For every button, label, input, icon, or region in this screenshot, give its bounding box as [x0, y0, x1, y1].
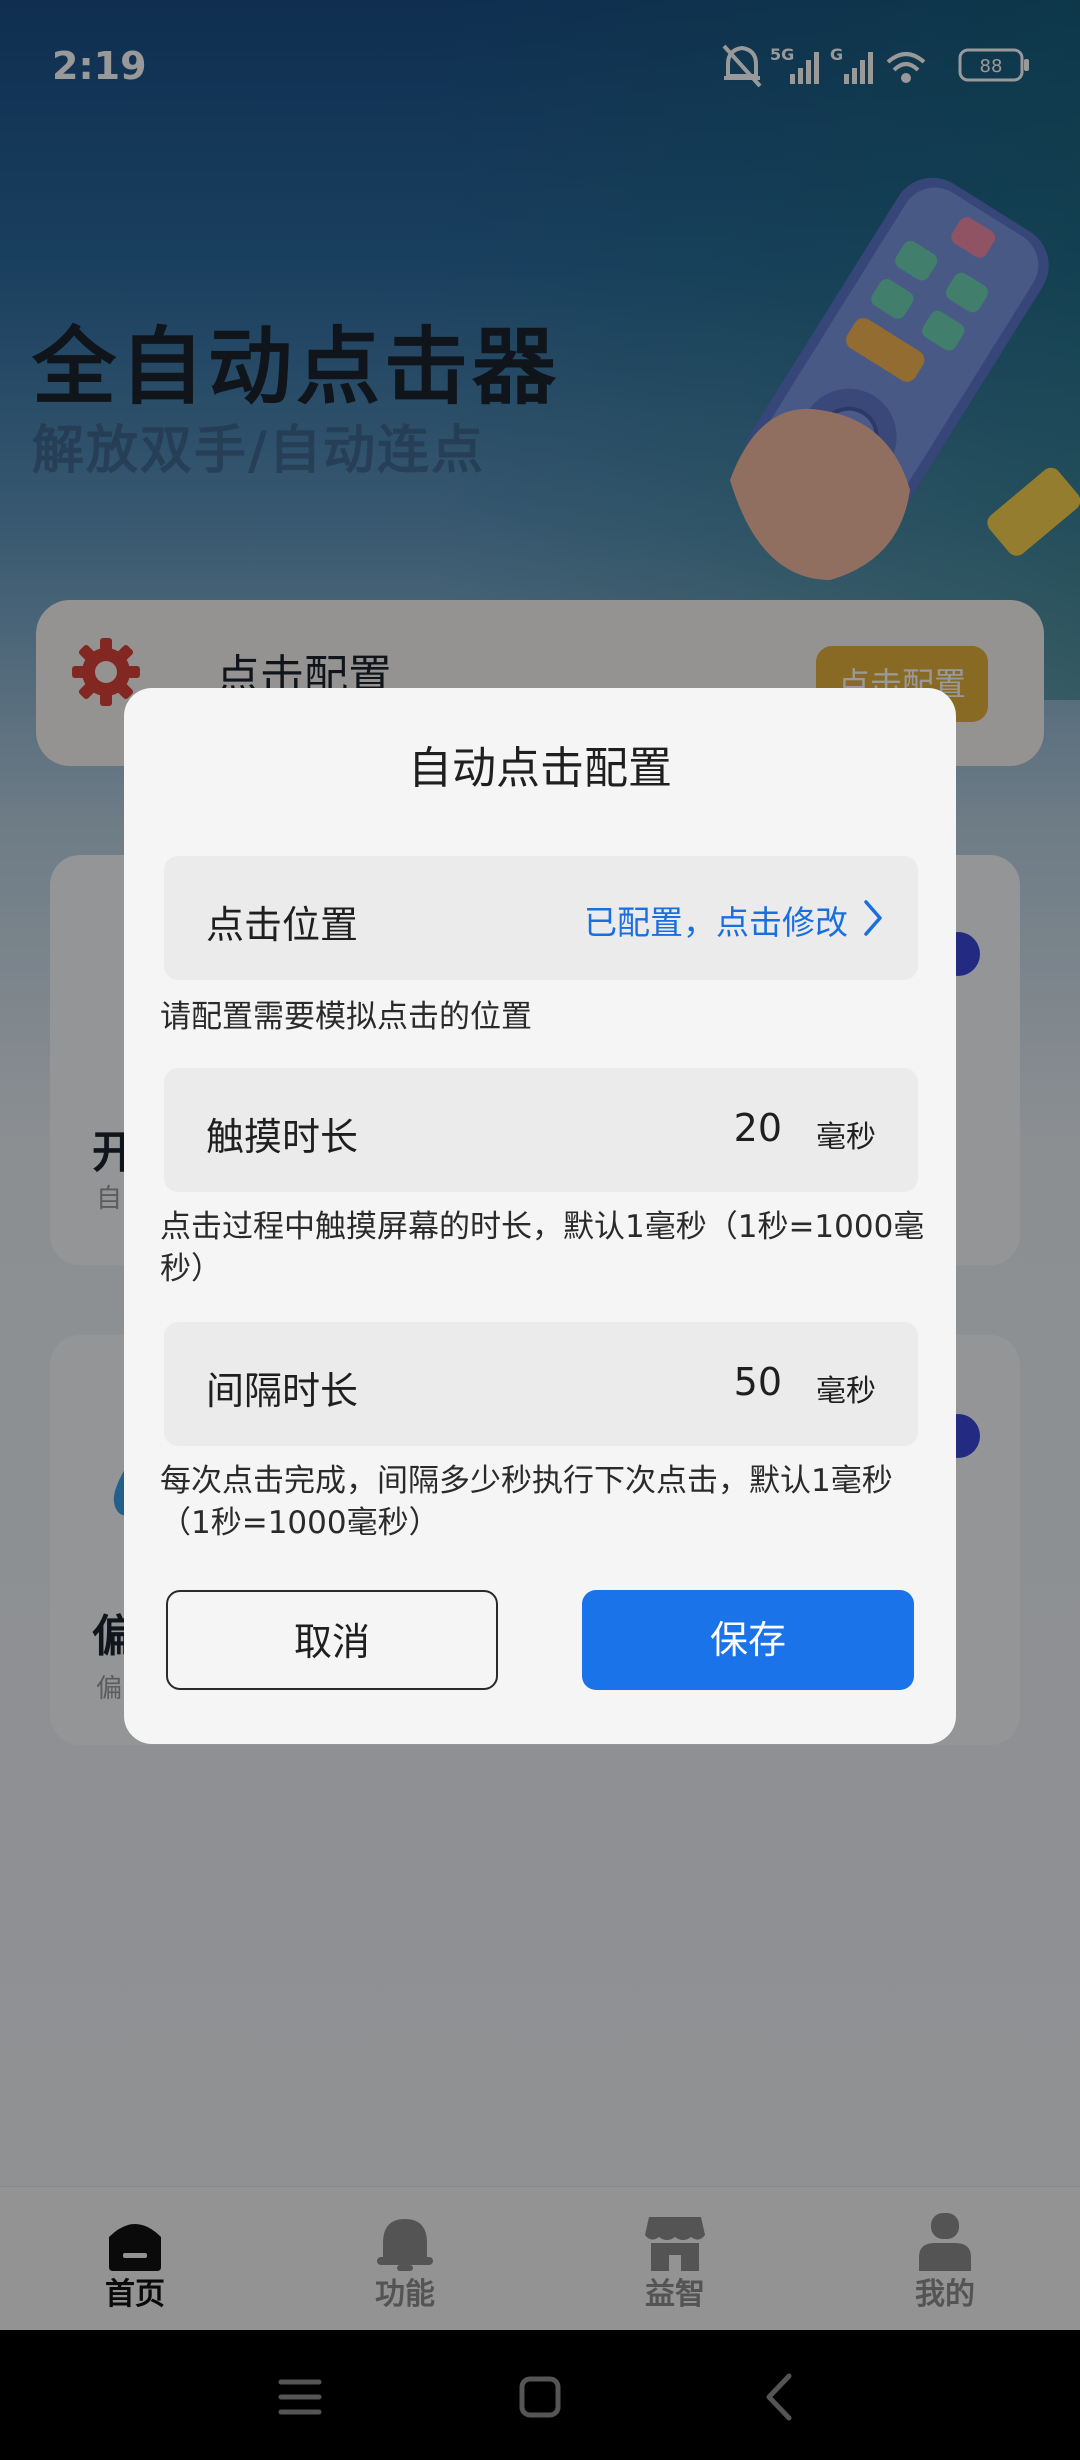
click-position-hint: 请配置需要模拟点击的位置: [160, 999, 532, 1035]
click-position-row[interactable]: 点击位置 已配置，点击修改: [164, 856, 918, 980]
touch-duration-hint: 点击过程中触摸屏幕的时长，默认1毫秒（1秒=1000毫秒）: [160, 1209, 925, 1287]
click-position-value[interactable]: 已配置，点击修改: [584, 896, 848, 944]
touch-duration-input[interactable]: 20: [734, 1106, 782, 1150]
auto-click-config-dialog: 自动点击配置 点击位置 已配置，点击修改 请配置需要模拟点击的位置 触摸时长 2…: [124, 688, 956, 1744]
chevron-right-icon: [864, 900, 882, 936]
cancel-button[interactable]: 取消: [166, 1590, 498, 1690]
interval-duration-input[interactable]: 50: [734, 1360, 782, 1404]
interval-duration-hint: 每次点击完成，间隔多少秒执行下次点击，默认1毫秒（1秒=1000毫秒）: [160, 1463, 893, 1541]
touch-duration-label: 触摸时长: [206, 1115, 359, 1159]
click-position-label: 点击位置: [206, 903, 359, 947]
interval-duration-row[interactable]: 间隔时长 50 毫秒: [164, 1322, 918, 1446]
dialog-title: 自动点击配置: [408, 743, 672, 794]
save-button[interactable]: 保存: [582, 1590, 914, 1690]
touch-duration-row[interactable]: 触摸时长 20 毫秒: [164, 1068, 918, 1192]
back-icon[interactable]: [745, 2362, 815, 2432]
interval-duration-unit: 毫秒: [816, 1374, 876, 1409]
touch-duration-unit: 毫秒: [816, 1120, 876, 1155]
menu-icon[interactable]: [265, 2362, 335, 2432]
home-square-icon[interactable]: [505, 2362, 575, 2432]
system-navigation-bar: [0, 2330, 1080, 2460]
interval-duration-label: 间隔时长: [206, 1369, 359, 1413]
